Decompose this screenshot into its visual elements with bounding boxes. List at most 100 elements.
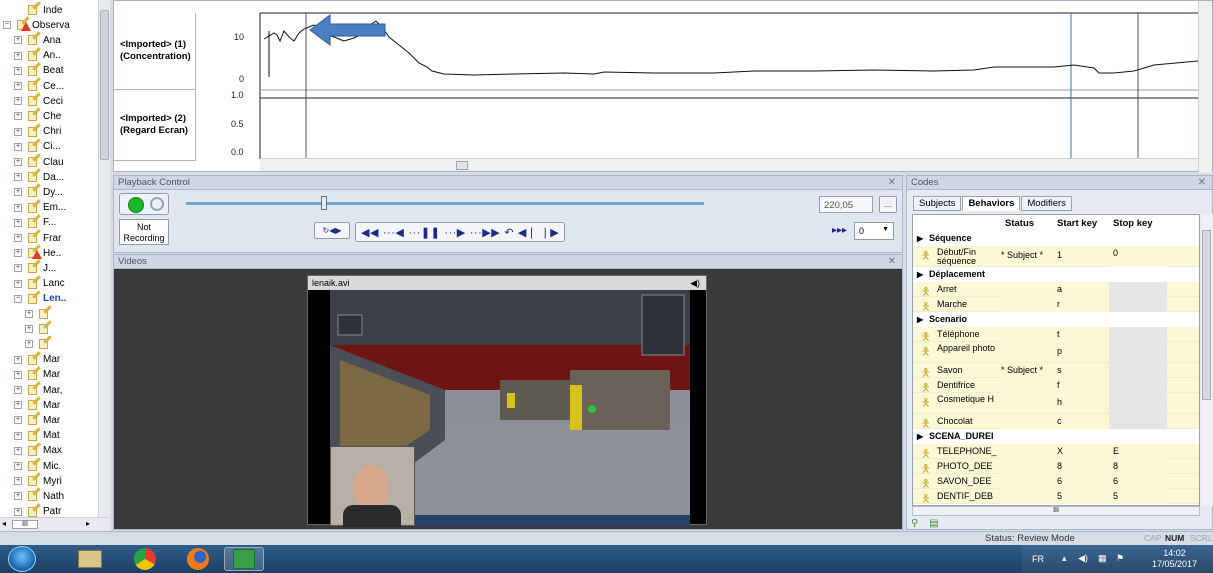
expand-icon[interactable]: + — [14, 431, 22, 440]
expand-icon[interactable]: + — [14, 446, 22, 455]
behavior-stop-key[interactable] — [1109, 297, 1167, 312]
tree-item[interactable]: + Mar, — [0, 381, 100, 398]
behavior-row[interactable]: 🯅 Dentifrice f — [913, 378, 1199, 394]
expand-icon[interactable]: + — [14, 477, 22, 486]
tree-item[interactable]: + Da... — [0, 168, 100, 185]
tree-item[interactable]: + Myri — [0, 472, 100, 489]
browse-button[interactable]: ... — [879, 196, 897, 213]
fast-forward-icon[interactable]: ···▶▶ — [468, 226, 502, 239]
network-icon[interactable]: ▦ — [1098, 553, 1107, 564]
clock[interactable]: 14:02 17/05/2017 — [1152, 548, 1197, 570]
tree-vertical-scrollbar[interactable] — [98, 0, 110, 517]
tree-item[interactable]: + Beat — [0, 62, 100, 79]
tree-item[interactable]: + Lanc — [0, 274, 100, 292]
expand-icon[interactable]: + — [14, 203, 22, 212]
observer-app-button[interactable] — [224, 547, 264, 571]
column-header-stop-key[interactable]: Stop key — [1113, 218, 1153, 229]
expand-arrow-icon[interactable]: ▶ — [917, 432, 923, 441]
tree-item[interactable]: + Dy... — [0, 183, 100, 200]
expand-icon[interactable]: + — [14, 507, 22, 516]
expand-icon[interactable]: + — [25, 325, 33, 334]
tree-item[interactable]: Inde — [0, 1, 100, 18]
tree-item[interactable]: + Clau — [0, 153, 100, 170]
firefox-button[interactable] — [178, 547, 218, 571]
rate-select[interactable]: 0 ▼ — [854, 222, 894, 240]
tree-item[interactable]: + Ceci — [0, 92, 100, 109]
tree-item[interactable]: + Ce... — [0, 77, 100, 94]
tree-item[interactable]: + Ana — [0, 31, 100, 48]
volume-icon[interactable]: ◀) — [1078, 553, 1088, 564]
behavior-row[interactable]: 🯅 Cosmetique H h — [913, 393, 1199, 414]
collapse-icon[interactable]: − — [3, 21, 11, 30]
expand-icon[interactable]: + — [14, 188, 22, 197]
undo-icon[interactable]: ↶ — [502, 226, 516, 239]
behavior-stop-key[interactable] — [1109, 378, 1167, 393]
behavior-start-key[interactable]: h — [1053, 397, 1109, 410]
behavior-row[interactable]: 🯅 Chocolat c — [913, 414, 1199, 430]
behavior-row[interactable]: 🯅 PHOTO_DEE 8 8 — [913, 459, 1199, 475]
expand-arrow-icon[interactable]: ▶ — [917, 315, 923, 324]
tree-item[interactable]: + — [0, 335, 100, 352]
behavior-start-key[interactable]: X — [1053, 446, 1109, 459]
collapse-icon[interactable]: − — [14, 294, 22, 303]
scroll-left-icon[interactable]: ◂ — [2, 519, 6, 528]
behavior-row[interactable]: 🯅 Début/Fin séquence * Subject * 1 0 — [913, 246, 1199, 267]
behavior-start-key[interactable]: 6 — [1053, 476, 1109, 489]
close-icon[interactable]: ✕ — [888, 255, 896, 269]
expand-icon[interactable]: + — [14, 51, 22, 60]
codes-scroll-thumb[interactable] — [1202, 230, 1211, 400]
tree-item[interactable]: + Frar — [0, 229, 100, 246]
behavior-stop-key[interactable] — [1109, 414, 1167, 429]
expand-icon[interactable]: + — [14, 264, 22, 273]
tree-item[interactable]: + He.. — [0, 244, 100, 261]
tree-item[interactable]: + Ci... — [0, 138, 100, 155]
behavior-start-key[interactable]: f — [1053, 380, 1109, 393]
behavior-row[interactable]: 🯅 Appareil photo p — [913, 342, 1199, 363]
tree-item[interactable]: + Patr — [0, 502, 100, 517]
category-row[interactable]: ▶ Déplacement — [913, 267, 1199, 282]
expand-icon[interactable]: + — [14, 142, 22, 151]
tree-item[interactable]: + Mar — [0, 366, 100, 383]
tree-item[interactable]: + Em... — [0, 198, 100, 216]
expand-icon[interactable]: + — [14, 218, 22, 227]
step-forward-icon[interactable]: ❘▶ — [539, 226, 562, 239]
tree-hscroll-thumb[interactable]: III — [12, 520, 38, 529]
expand-arrow-icon[interactable]: ▶ — [917, 270, 923, 279]
behavior-stop-key[interactable] — [1109, 393, 1167, 414]
tree-item[interactable]: + Max — [0, 442, 100, 459]
playback-slider-thumb[interactable] — [320, 196, 327, 210]
tree-item[interactable]: + Mic. — [0, 457, 100, 474]
column-header-status[interactable]: Status — [1005, 218, 1034, 229]
tab-behaviors[interactable]: Behaviors — [962, 196, 1021, 211]
tree-item[interactable]: + Nath — [0, 487, 100, 504]
playback-slider-track[interactable] — [186, 202, 704, 205]
behavior-start-key[interactable]: p — [1053, 346, 1109, 359]
behavior-start-key[interactable]: 1 — [1053, 250, 1109, 263]
expand-icon[interactable]: + — [14, 279, 22, 288]
behavior-stop-key[interactable] — [1109, 327, 1167, 342]
expand-icon[interactable]: + — [14, 173, 22, 182]
expand-icon[interactable]: + — [25, 310, 33, 318]
behavior-start-key[interactable]: c — [1053, 416, 1109, 429]
graph-vertical-scrollbar[interactable] — [1198, 1, 1212, 173]
tree-item[interactable]: + Chri — [0, 122, 100, 140]
file-explorer-button[interactable] — [70, 547, 110, 571]
expand-icon[interactable]: + — [14, 416, 22, 425]
category-row[interactable]: ▶ Scenario — [913, 312, 1199, 327]
behavior-row[interactable]: 🯅 SAVON_DEE 6 6 — [913, 474, 1199, 490]
tree-item[interactable]: + Mat — [0, 426, 100, 444]
start-button[interactable] — [8, 546, 36, 572]
tab-modifiers[interactable]: Modifiers — [1021, 196, 1072, 211]
tree-item[interactable]: + Mar — [0, 411, 100, 428]
expand-icon[interactable]: + — [14, 401, 22, 410]
tree-item[interactable]: + — [0, 305, 100, 322]
expand-icon[interactable]: + — [25, 340, 33, 349]
expand-icon[interactable]: + — [14, 66, 22, 75]
tree-item[interactable]: − Observa — [0, 16, 100, 33]
codes-hscroll-thumb[interactable]: III — [1053, 507, 1059, 514]
behavior-start-key[interactable]: s — [1053, 365, 1109, 378]
expand-arrow-icon[interactable]: ▶ — [917, 234, 923, 243]
category-row[interactable]: ▶ Séquence — [913, 231, 1199, 246]
behavior-stop-key[interactable]: 0 — [1109, 246, 1167, 267]
codes-horizontal-scrollbar[interactable]: III — [912, 506, 1200, 516]
